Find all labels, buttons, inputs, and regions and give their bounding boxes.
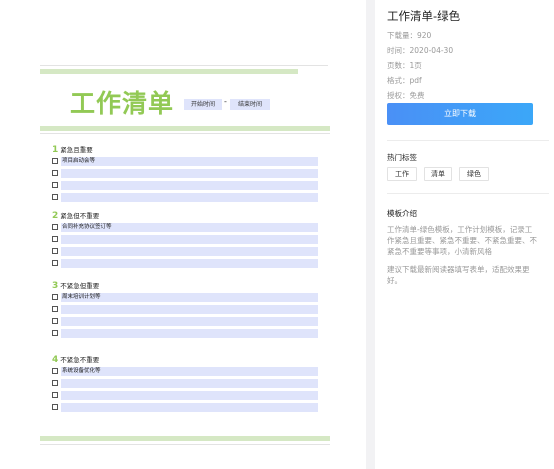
top-divider xyxy=(40,65,328,66)
task-row: 周末培训计划等 xyxy=(52,292,318,304)
task-field[interactable] xyxy=(61,379,318,388)
section-header: 3 不紧急但重要 xyxy=(52,280,318,292)
task-row xyxy=(52,390,318,402)
task-row xyxy=(52,180,318,192)
document-preview: 工作清单 开始时间 - 结束时间 1 紧急且重要 项目启动会等 2 紧急但不重要 合… xyxy=(0,0,366,469)
checkbox-icon[interactable] xyxy=(52,182,58,188)
tag-list[interactable]: 清单 xyxy=(424,167,452,181)
bottom-divider xyxy=(40,444,330,445)
header-green-bar xyxy=(40,126,330,131)
section-header: 1 紧急且重要 xyxy=(52,144,318,156)
section-header: 2 紧急但不重要 xyxy=(52,210,318,222)
task-field[interactable] xyxy=(61,305,318,314)
intro-tip: 建议下载最新阅读器填写表单，适配效果更好。 xyxy=(387,265,530,285)
section-number: 4 xyxy=(52,355,59,365)
end-time-box: 结束时间 xyxy=(230,99,270,110)
section-urgent-important: 1 紧急且重要 项目启动会等 xyxy=(52,144,318,204)
task-row xyxy=(52,402,318,414)
task-field[interactable] xyxy=(61,317,318,326)
task-field[interactable] xyxy=(61,403,318,412)
top-green-bar xyxy=(40,69,298,74)
license: 授权：免费 xyxy=(387,91,425,100)
task-row: 合同补充协议签订等 xyxy=(52,222,318,234)
file-format: 格式：pdf xyxy=(387,76,422,85)
header-divider xyxy=(40,133,330,134)
task-field[interactable]: 系统设备优化等 xyxy=(61,367,318,376)
section-number: 1 xyxy=(52,145,59,155)
checkbox-icon[interactable] xyxy=(52,294,58,300)
checkbox-icon[interactable] xyxy=(52,194,58,200)
page-count: 页数：1页 xyxy=(387,61,422,70)
section-title: 紧急且重要 xyxy=(60,146,93,154)
checkbox-icon[interactable] xyxy=(52,330,58,336)
task-row xyxy=(52,316,318,328)
checkbox-icon[interactable] xyxy=(52,224,58,230)
bottom-green-bar xyxy=(40,436,330,441)
section-header: 4 不紧急不重要 xyxy=(52,354,318,366)
hot-tags-title: 热门标签 xyxy=(387,153,417,162)
task-field[interactable]: 项目启动会等 xyxy=(61,157,318,166)
intro-text: 工作清单-绿色模板，工作计划模板，记录工作紧急且重要、紧急不重要、不紧急重要、不… xyxy=(387,225,537,256)
task-field[interactable]: 合同补充协议签订等 xyxy=(61,223,318,232)
template-info-panel: 工作清单-绿色 下载量：920 时间：2020-04-30 页数：1页 格式：p… xyxy=(375,0,554,469)
checkbox-icon[interactable] xyxy=(52,368,58,374)
download-button[interactable]: 立即下载 xyxy=(387,103,533,125)
task-row xyxy=(52,378,318,390)
checkbox-icon[interactable] xyxy=(52,380,58,386)
task-row xyxy=(52,168,318,180)
publish-time: 时间：2020-04-30 xyxy=(387,46,454,55)
section-number: 3 xyxy=(52,281,59,291)
checkbox-icon[interactable] xyxy=(52,170,58,176)
checkbox-icon[interactable] xyxy=(52,260,58,266)
section-title: 不紧急不重要 xyxy=(60,356,100,364)
download-count: 下载量：920 xyxy=(387,31,432,40)
checkbox-icon[interactable] xyxy=(52,404,58,410)
date-separator: - xyxy=(224,97,227,106)
checkbox-icon[interactable] xyxy=(52,306,58,312)
task-row xyxy=(52,304,318,316)
task-row xyxy=(52,234,318,246)
task-row xyxy=(52,246,318,258)
start-time-box: 开始时间 xyxy=(184,99,222,110)
checkbox-icon[interactable] xyxy=(52,392,58,398)
section-title: 不紧急但重要 xyxy=(60,282,100,290)
checkbox-icon[interactable] xyxy=(52,236,58,242)
panel-divider xyxy=(387,193,549,194)
template-title: 工作清单-绿色 xyxy=(387,9,461,23)
task-field[interactable] xyxy=(61,247,318,256)
task-row: 系统设备优化等 xyxy=(52,366,318,378)
task-field[interactable] xyxy=(61,193,318,202)
task-field[interactable] xyxy=(61,391,318,400)
panel-divider xyxy=(387,140,549,141)
section-urgent-not-important: 2 紧急但不重要 合同补充协议签订等 xyxy=(52,210,318,270)
section-not-urgent-not-important: 4 不紧急不重要 系统设备优化等 xyxy=(52,354,318,414)
task-field[interactable] xyxy=(61,181,318,190)
task-field[interactable] xyxy=(61,259,318,268)
tag-green[interactable]: 绿色 xyxy=(459,167,489,181)
task-field[interactable] xyxy=(61,329,318,338)
task-row: 项目启动会等 xyxy=(52,156,318,168)
tag-work[interactable]: 工作 xyxy=(387,167,417,181)
document-title: 工作清单 xyxy=(70,89,175,118)
task-field[interactable]: 周末培训计划等 xyxy=(61,293,318,302)
section-title: 紧急但不重要 xyxy=(60,212,100,220)
task-row xyxy=(52,328,318,340)
task-row xyxy=(52,192,318,204)
section-number: 2 xyxy=(52,211,59,221)
checkbox-icon[interactable] xyxy=(52,248,58,254)
task-field[interactable] xyxy=(61,235,318,244)
task-row xyxy=(52,258,318,270)
section-not-urgent-important: 3 不紧急但重要 周末培训计划等 xyxy=(52,280,318,340)
checkbox-icon[interactable] xyxy=(52,158,58,164)
task-field[interactable] xyxy=(61,169,318,178)
intro-title: 模板介绍 xyxy=(387,209,417,218)
checkbox-icon[interactable] xyxy=(52,318,58,324)
